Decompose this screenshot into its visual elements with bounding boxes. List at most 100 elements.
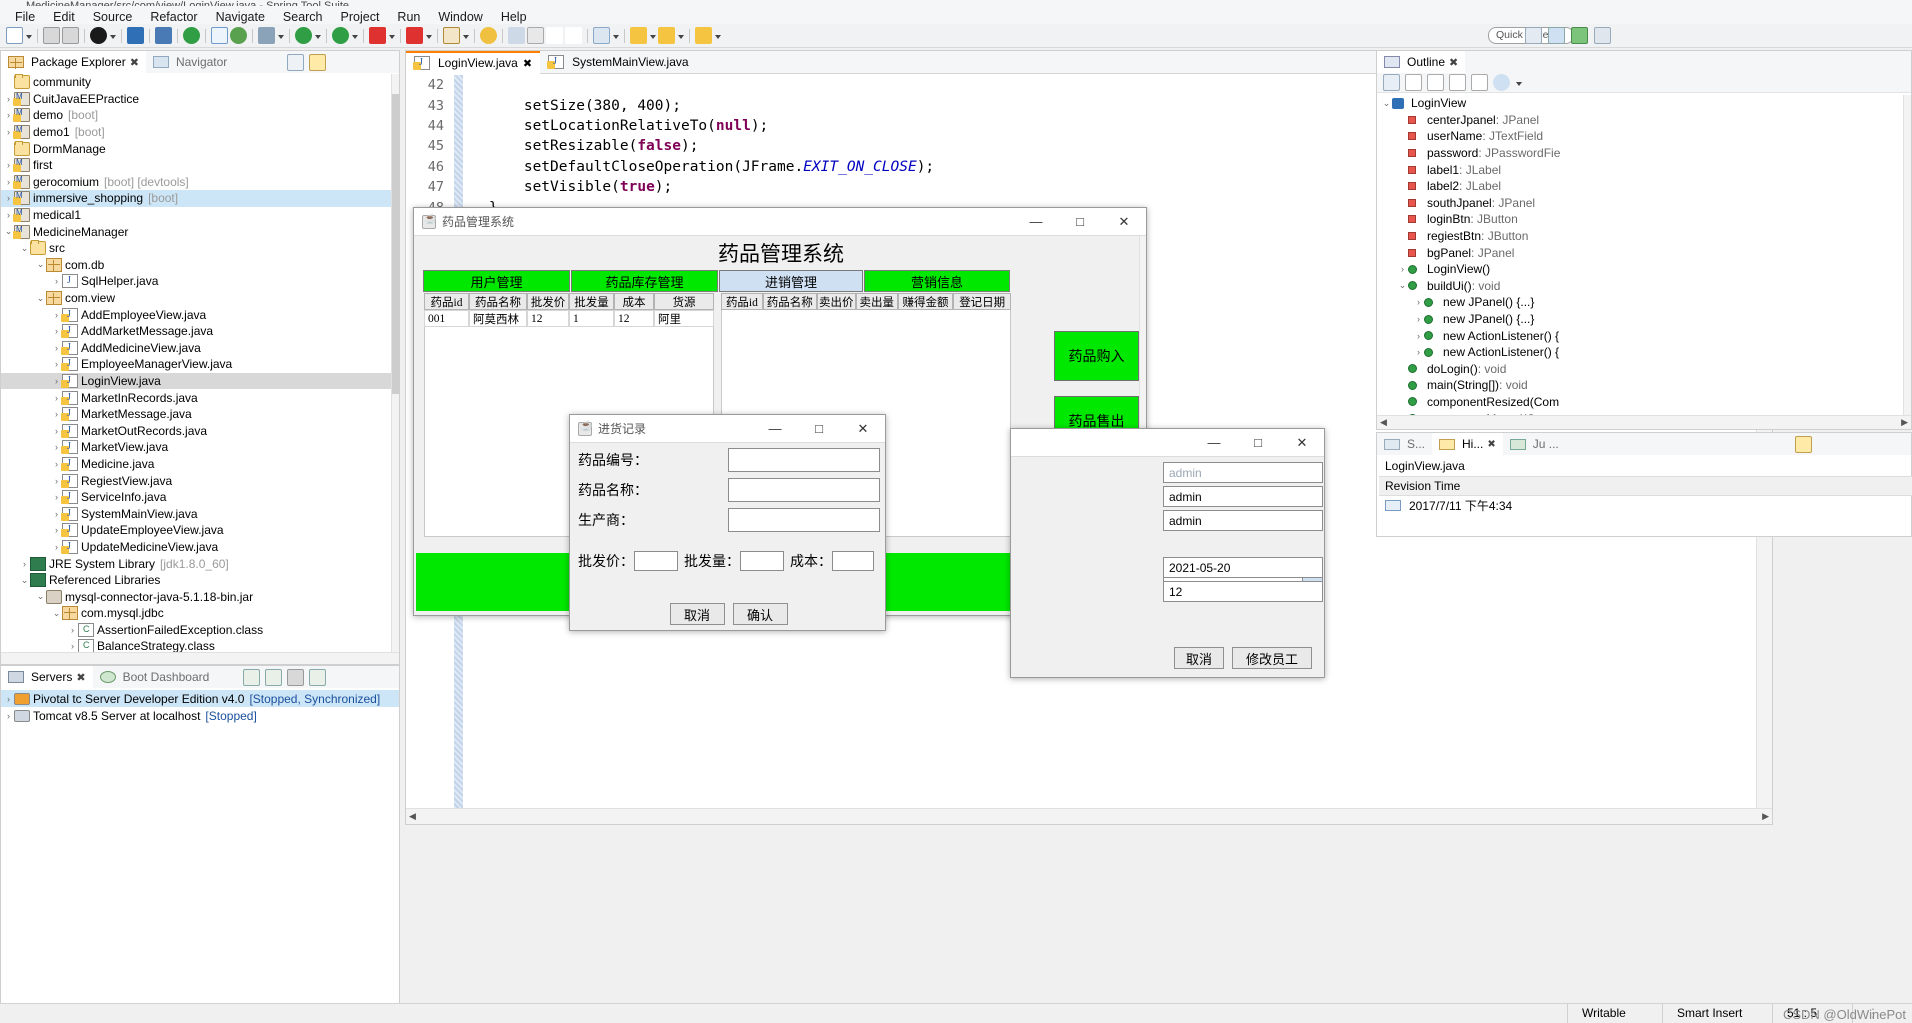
tree-item-serviceinfo-java[interactable]: ›ServiceInfo.java (1, 489, 391, 506)
expand-arrow-icon[interactable]: › (1397, 264, 1408, 274)
outline-vscrollbar[interactable] (1903, 95, 1911, 415)
open-type-icon[interactable] (508, 27, 525, 44)
employee-field-0[interactable]: admin (1163, 462, 1323, 483)
collapse-arrow-icon[interactable]: ⌄ (19, 243, 30, 254)
table-header-cell[interactable]: 登记日期 (953, 293, 1011, 310)
expand-arrow-icon[interactable]: › (3, 711, 14, 721)
new-file-icon[interactable] (6, 27, 23, 44)
maximize-button[interactable]: □ (1236, 429, 1280, 456)
outline-maximize-icon[interactable] (1887, 54, 1904, 71)
package-explorer-tree[interactable]: community›CuitJavaEEPractice›demo[boot]›… (1, 74, 391, 652)
table-header-cell[interactable]: 药品名称 (469, 293, 527, 310)
editor-hscrollbar[interactable]: ◀ ▶ (406, 808, 1772, 824)
app-tab-0[interactable]: 用户管理 (423, 270, 570, 292)
table-header-cell[interactable]: 卖出价 (817, 293, 856, 310)
pilcrow-icon[interactable] (546, 27, 563, 44)
tree-item-loginview-java[interactable]: ›LoginView.java (1, 373, 391, 390)
outline-item-new-actionlistener-[interactable]: ›new ActionListener() { (1377, 327, 1903, 344)
tree-item-cuitjavaeepractice[interactable]: ›CuitJavaEEPractice (1, 91, 391, 108)
date-field[interactable]: 2021-05-20 (1163, 557, 1323, 578)
outline-item-new-jpanel-[interactable]: ›new JPanel() {...} (1377, 311, 1903, 328)
whitespace-icon[interactable] (565, 27, 582, 44)
tab-history[interactable]: Hi... ✖ (1432, 433, 1503, 455)
outline-item-loginbtn[interactable]: loginBtn : JButton (1377, 211, 1903, 228)
save-employee-button[interactable]: 修改员工 (1232, 647, 1312, 669)
relaunch-dropdown-arrow[interactable] (424, 28, 433, 44)
collapse-all-icon[interactable] (287, 54, 304, 71)
outline-item-loginview-[interactable]: ›LoginView() (1377, 261, 1903, 278)
expand-arrow-icon[interactable]: ⌄ (1397, 280, 1408, 291)
outline-item-loginview[interactable]: ⌄LoginView (1377, 95, 1903, 112)
outline-item-password[interactable]: password : JPasswordFie (1377, 145, 1903, 162)
cancel-button[interactable]: 取消 (670, 603, 725, 625)
hide-fields-icon[interactable] (1405, 74, 1422, 91)
scroll-right-arrow[interactable]: ▶ (1762, 811, 1772, 822)
tree-item-employeemanagerview-java[interactable]: ›EmployeeManagerView.java (1, 356, 391, 373)
tab-package-explorer[interactable]: Package Explorer ✖ (1, 51, 146, 73)
tree-item-medicinemanager[interactable]: ⌄MedicineManager (1, 223, 391, 240)
minimize-button[interactable]: — (753, 415, 797, 442)
table-cell[interactable]: 阿里 (654, 310, 714, 327)
hide-nonpublic-icon[interactable] (1449, 74, 1466, 91)
editor-tab-loginview-java[interactable]: LoginView.java✖ (406, 51, 540, 74)
expand-arrow-icon[interactable]: ⌄ (1381, 98, 1392, 109)
new-dropdown-arrow[interactable] (24, 28, 33, 44)
outline-menu-icon[interactable] (1841, 54, 1858, 71)
dialog-field-input[interactable] (728, 508, 880, 532)
close-icon[interactable]: ✖ (76, 671, 85, 684)
tree-item-updateemployeeview-java[interactable]: ›UpdateEmployeeView.java (1, 522, 391, 539)
tree-item-mysql-connector-java-5-1-18-bin-jar[interactable]: ⌄mysql-connector-java-5.1.18-bin.jar (1, 588, 391, 605)
save-icon[interactable] (43, 27, 60, 44)
tree-item-medical1[interactable]: ›medical1 (1, 207, 391, 224)
collapse-arrow-icon[interactable]: ⌄ (51, 608, 62, 619)
expand-arrow-icon[interactable]: › (1413, 347, 1424, 357)
expand-arrow-icon[interactable]: › (67, 641, 78, 651)
tab-outline[interactable]: Outline ✖ (1377, 51, 1465, 73)
outline-item-componentresized-com[interactable]: componentResized(Com (1377, 394, 1903, 411)
tree-item-com-mysql-jdbc[interactable]: ⌄com.mysql.jdbc (1, 605, 391, 622)
maximize-button[interactable]: □ (1058, 208, 1102, 235)
stop-dropdown-arrow[interactable] (387, 28, 396, 44)
tree-item-addmarketmessage-java[interactable]: ›AddMarketMessage.java (1, 323, 391, 340)
tab-navigator[interactable]: Navigator (146, 51, 234, 73)
scroll-left-arrow[interactable]: ◀ (406, 811, 416, 822)
debug-perspective-icon[interactable] (1594, 27, 1611, 44)
history-minimize-icon[interactable] (1864, 436, 1881, 453)
server-row[interactable]: ›Tomcat v8.5 Server at localhost[Stopped… (1, 707, 399, 724)
history-refresh-icon[interactable] (1772, 436, 1789, 453)
servers-stop-icon[interactable] (287, 669, 304, 686)
tab-servers[interactable]: Servers ✖ (1, 666, 93, 688)
tree-item-balancestrategy-class[interactable]: ›BalanceStrategy.class (1, 638, 391, 652)
save-all-icon[interactable] (62, 27, 79, 44)
dialog-field-input[interactable] (728, 478, 880, 502)
run-dropdown-arrow[interactable] (313, 28, 322, 44)
user-icon[interactable] (90, 27, 107, 44)
table-header-cell[interactable]: 药品id (424, 293, 469, 310)
skip-breakpoints-icon[interactable] (155, 27, 172, 44)
close-button[interactable]: ✕ (1102, 208, 1146, 235)
servers-menu-icon[interactable] (331, 669, 348, 686)
tree-item-addemployeeview-java[interactable]: ›AddEmployeeView.java (1, 306, 391, 323)
new-class-dropdown-arrow[interactable] (461, 28, 470, 44)
debug-icon[interactable] (258, 27, 275, 44)
forward-dropdown-arrow[interactable] (676, 28, 685, 44)
java-perspective-icon[interactable] (1548, 27, 1565, 44)
table-header-cell[interactable]: 药品名称 (763, 293, 817, 310)
console-icon[interactable] (127, 27, 144, 44)
next-annotation-icon[interactable] (695, 27, 712, 44)
side-button-0[interactable]: 药品购入 (1054, 331, 1139, 381)
back-icon[interactable] (630, 27, 647, 44)
next-annotation-arrow[interactable] (713, 28, 722, 44)
expand-arrow-icon[interactable]: › (1413, 331, 1424, 341)
history-menu-icon[interactable] (1841, 436, 1858, 453)
tree-item-regiestview-java[interactable]: ›RegiestView.java (1, 472, 391, 489)
outline-item-main-string-[interactable]: main(String[]) : void (1377, 377, 1903, 394)
new-java-class-icon[interactable] (443, 27, 460, 44)
outline-item-username[interactable]: userName : JTextField (1377, 128, 1903, 145)
servers-debug-icon[interactable] (265, 669, 282, 686)
outline-item-bgpanel[interactable]: bgPanel : JPanel (1377, 244, 1903, 261)
scrollbar-thumb[interactable] (392, 94, 400, 394)
outline-tree[interactable]: ⌄LoginViewcenterJpanel : JPaneluserName … (1377, 95, 1903, 415)
power-icon[interactable] (183, 27, 200, 44)
tree-item-gerocomium[interactable]: ›gerocomium[boot] [devtools] (1, 174, 391, 191)
